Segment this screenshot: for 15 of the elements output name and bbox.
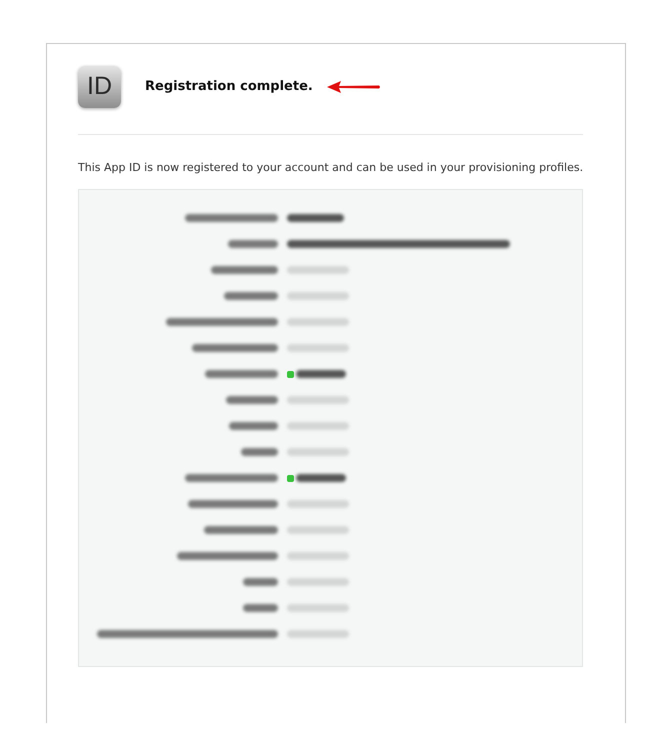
blurred-text	[296, 474, 346, 482]
pointer-arrow	[326, 80, 381, 92]
app-id-icon: ID	[78, 66, 121, 108]
blurred-text	[287, 214, 344, 222]
blurred-label	[241, 448, 278, 456]
blurred-label	[243, 578, 278, 586]
blurred-text	[296, 370, 346, 378]
blurred-label	[229, 422, 278, 430]
blurred-label	[224, 292, 278, 300]
blurred-label	[226, 396, 278, 404]
blurred-label	[211, 266, 278, 274]
page-title: Registration complete.	[145, 79, 313, 94]
confirmation-message: This App ID is now registered to your account and can be used in your provisioning profiles.	[78, 161, 583, 174]
blurred-label	[243, 604, 278, 612]
blurred-label	[228, 240, 278, 248]
